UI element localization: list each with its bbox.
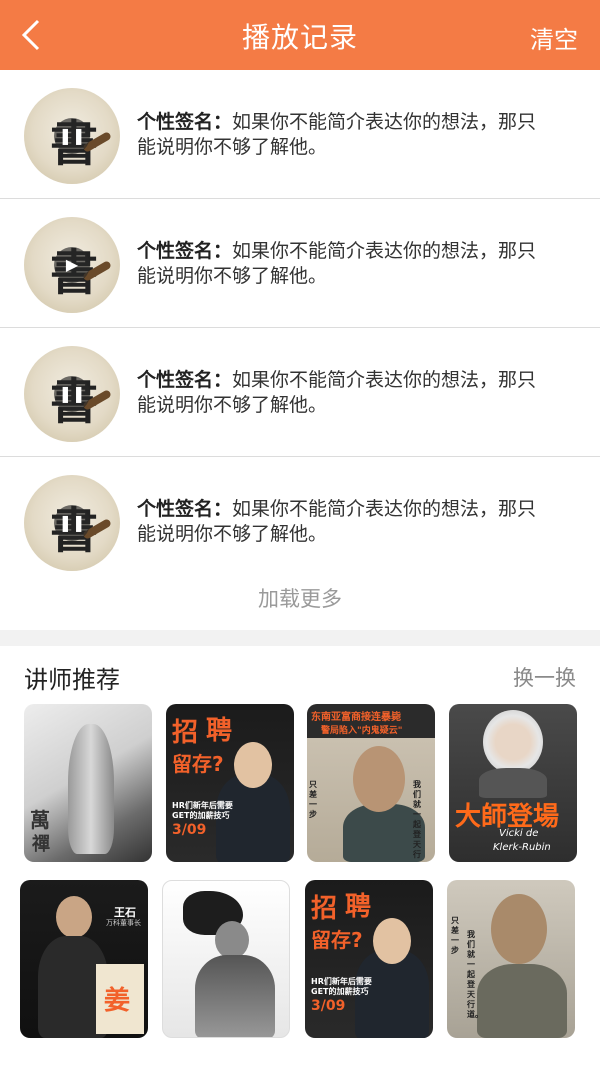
speaker-head xyxy=(56,896,92,938)
card-text: 警局陷入"内鬼疑云" xyxy=(321,726,403,736)
card-text: 招 xyxy=(172,718,199,748)
teacher-recommend-section: 讲师推荐 换一换 萬 禪 招 聘 留存? HR们新年后需要 GET的加薪技巧 3… xyxy=(0,646,600,1067)
card-text: Klerk-Rubin xyxy=(493,842,551,853)
teacher-card[interactable]: 招 聘 留存? HR们新年后需要 GET的加薪技巧 3/09 xyxy=(305,880,433,1038)
card-text: 东南亚富商接连暴毙 xyxy=(311,712,401,723)
teacher-card[interactable]: 招 聘 留存? HR们新年后需要 GET的加薪技巧 3/09 xyxy=(166,704,294,862)
signature-text: 个性签名：如果你不能简介表达你的想法，那只能说明你不够了解他。 xyxy=(137,497,537,547)
signature-text: 个性签名：如果你不能简介表达你的想法，那只能说明你不够了解他。 xyxy=(137,239,537,289)
signature-text: 个性签名：如果你不能简介表达你的想法，那只能说明你不够了解他。 xyxy=(137,110,537,160)
teacher-card[interactable]: 只差一步 我们就一起登天行道。 xyxy=(447,880,575,1038)
speaker-head xyxy=(373,918,411,964)
actor-head xyxy=(353,746,405,812)
praying-hands-image xyxy=(68,724,114,854)
speaker-head xyxy=(234,742,272,788)
card-text: 萬 xyxy=(30,808,50,832)
avatar[interactable]: 書 ❚❚ xyxy=(24,88,120,184)
signature-text: 个性签名：如果你不能简介表达你的想法，那只能说明你不够了解他。 xyxy=(137,368,537,418)
teacher-card[interactable]: 萬 禪 xyxy=(24,704,152,862)
speaker-image xyxy=(195,955,275,1037)
avatar[interactable]: 書 ❚❚ xyxy=(24,475,120,571)
card-text: 我们就一起登天行道。 xyxy=(467,930,483,1019)
list-item[interactable]: 書 ❚❚ 个性签名：如果你不能简介表达你的想法，那只能说明你不够了解他。 xyxy=(0,70,600,199)
signature-label: 个性签名： xyxy=(137,111,233,133)
teacher-card[interactable]: 大師登場 Vicki de Klerk-Rubin xyxy=(449,704,577,862)
avatar[interactable]: 書 ▶ xyxy=(24,217,120,313)
swap-button[interactable]: 换一换 xyxy=(513,662,576,692)
card-text: GET的加薪技巧 xyxy=(172,811,230,820)
signature-label: 个性签名： xyxy=(137,498,233,520)
teacher-card[interactable]: 王石 万科董事长 姜 xyxy=(20,880,148,1038)
actor-head xyxy=(491,894,547,964)
teacher-card[interactable]: 东南亚富商接连暴毙 警局陷入"内鬼疑云" 只差一步 我们就一起登天行 xyxy=(307,704,435,862)
speaker-head xyxy=(483,710,543,774)
card-text: 留存? xyxy=(311,928,363,952)
pause-icon[interactable]: ❚❚ xyxy=(54,376,90,412)
teacher-card[interactable] xyxy=(162,880,290,1038)
card-text: 我们就一起登天行 xyxy=(413,780,421,859)
list-item[interactable]: 書 ❚❚ 个性签名：如果你不能简介表达你的想法，那只能说明你不够了解他。 xyxy=(0,457,600,586)
card-text: 万科董事长 xyxy=(106,919,141,927)
card-text: 只差一步 xyxy=(309,780,317,819)
card-text: Vicki de xyxy=(499,828,539,839)
pause-icon[interactable]: ❚❚ xyxy=(54,118,90,154)
section-title: 讲师推荐 xyxy=(24,666,120,694)
top-bar: 播放记录 清空 xyxy=(0,0,600,70)
card-text: 留存? xyxy=(172,752,224,776)
play-icon[interactable]: ▶ xyxy=(54,247,90,283)
record-list: 書 ❚❚ 个性签名：如果你不能简介表达你的想法，那只能说明你不够了解他。 書 ▶… xyxy=(0,70,600,630)
card-text: 聘 xyxy=(345,892,372,922)
avatar[interactable]: 書 ❚❚ xyxy=(24,346,120,442)
card-text: GET的加薪技巧 xyxy=(311,987,369,996)
clear-button[interactable]: 清空 xyxy=(530,20,578,55)
pause-icon[interactable]: ❚❚ xyxy=(54,505,90,541)
card-text: 3/09 xyxy=(172,822,207,838)
signature-label: 个性签名： xyxy=(137,240,233,262)
signature-label: 个性签名： xyxy=(137,369,233,391)
list-item[interactable]: 書 ▶ 个性签名：如果你不能简介表达你的想法，那只能说明你不够了解他。 xyxy=(0,199,600,328)
card-text: 3/09 xyxy=(311,998,346,1014)
card-text: 禪 xyxy=(32,834,50,855)
page-title: 播放记录 xyxy=(241,21,358,54)
load-more-button[interactable]: 加载更多 xyxy=(0,574,600,624)
speaker-head xyxy=(215,921,249,959)
card-text: 姜 xyxy=(104,986,131,1016)
card-text: 只差一步 xyxy=(451,916,459,955)
speaker-image xyxy=(479,768,547,798)
card-text: 招 xyxy=(311,894,338,924)
card-text: 聘 xyxy=(206,716,233,746)
list-item[interactable]: 書 ❚❚ 个性签名：如果你不能简介表达你的想法，那只能说明你不够了解他。 xyxy=(0,328,600,457)
actor-image xyxy=(477,964,567,1038)
